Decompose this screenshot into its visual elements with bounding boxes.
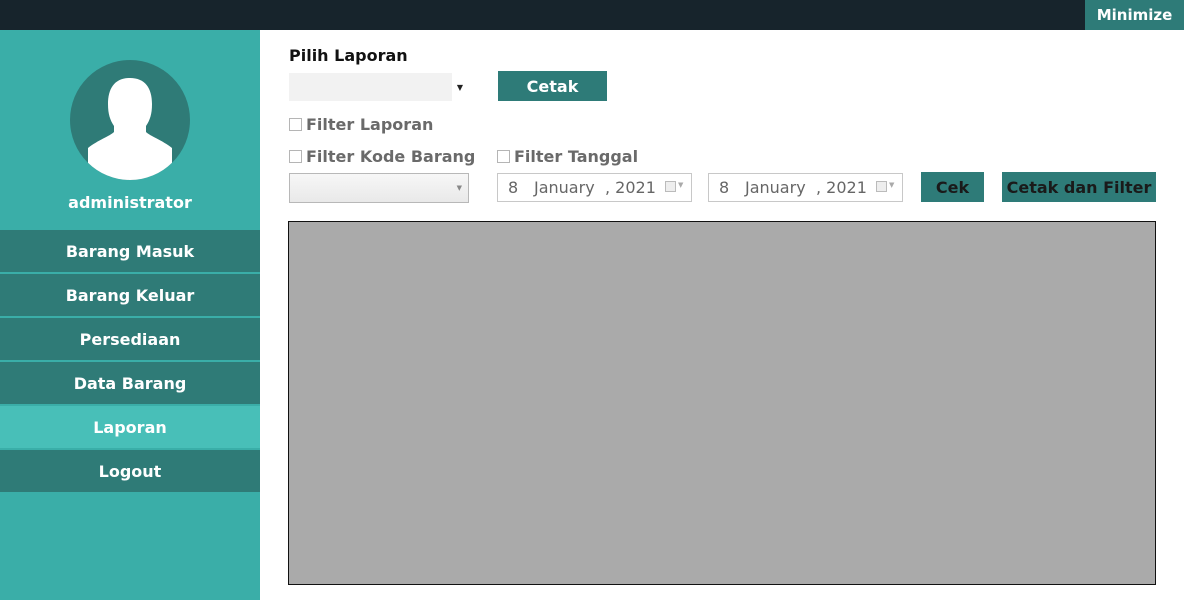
sidebar-item-data-barang[interactable]: Data Barang (0, 362, 260, 404)
date-to-day: 8 (719, 178, 730, 197)
sidebar-nav: Barang Masuk Barang Keluar Persediaan Da… (0, 230, 260, 494)
sidebar-item-barang-masuk[interactable]: Barang Masuk (0, 230, 260, 272)
date-to-month: January (745, 178, 806, 197)
date-to-picker[interactable]: 8 January , 2021 ▼ (708, 173, 903, 202)
dropdown-arrow-icon[interactable]: ▼ (889, 181, 894, 189)
report-viewer-area (288, 221, 1156, 585)
filter-kode-label: Filter Kode Barang (306, 147, 476, 166)
sidebar-item-barang-keluar[interactable]: Barang Keluar (0, 274, 260, 316)
date-from-picker[interactable]: 8 January , 2021 ▼ (497, 173, 692, 202)
dropdown-arrow-icon: ▼ (456, 184, 462, 192)
top-bar: Minimize (0, 0, 1184, 30)
cetak-dan-filter-button[interactable]: Cetak dan Filter (1002, 172, 1156, 202)
date-from-year: , 2021 (605, 178, 656, 197)
username-label: administrator (68, 193, 192, 212)
minimize-button[interactable]: Minimize (1085, 0, 1184, 30)
dropdown-arrow-icon[interactable]: ▼ (678, 181, 683, 189)
pilih-laporan-label: Pilih Laporan (289, 46, 408, 65)
filter-tanggal-label: Filter Tanggal (514, 147, 639, 166)
dropdown-arrow-icon: ▼ (452, 73, 468, 101)
sidebar-item-persediaan[interactable]: Persediaan (0, 318, 260, 360)
date-to-year: , 2021 (816, 178, 867, 197)
filter-laporan-checkbox-row[interactable]: Filter Laporan (289, 115, 433, 134)
date-from-day: 8 (508, 178, 519, 197)
pilih-laporan-select[interactable]: ▼ (289, 73, 468, 101)
date-from-month: January (534, 178, 595, 197)
filter-tanggal-checkbox[interactable] (497, 150, 510, 163)
user-avatar-icon (70, 60, 190, 180)
filter-kode-checkbox[interactable] (289, 150, 302, 163)
filter-laporan-label: Filter Laporan (306, 115, 434, 134)
sidebar: administrator Barang Masuk Barang Keluar… (0, 30, 260, 600)
cetak-button[interactable]: Cetak (498, 71, 607, 101)
filter-tanggal-checkbox-row[interactable]: Filter Tanggal (497, 147, 638, 166)
sidebar-item-laporan[interactable]: Laporan (0, 406, 260, 448)
filter-kode-checkbox-row[interactable]: Filter Kode Barang (289, 147, 475, 166)
kode-barang-select[interactable]: ▼ (289, 173, 469, 203)
filter-laporan-checkbox[interactable] (289, 118, 302, 131)
calendar-checkbox-icon[interactable] (876, 181, 887, 192)
calendar-checkbox-icon[interactable] (665, 181, 676, 192)
cek-button[interactable]: Cek (921, 172, 984, 202)
sidebar-item-logout[interactable]: Logout (0, 450, 260, 492)
